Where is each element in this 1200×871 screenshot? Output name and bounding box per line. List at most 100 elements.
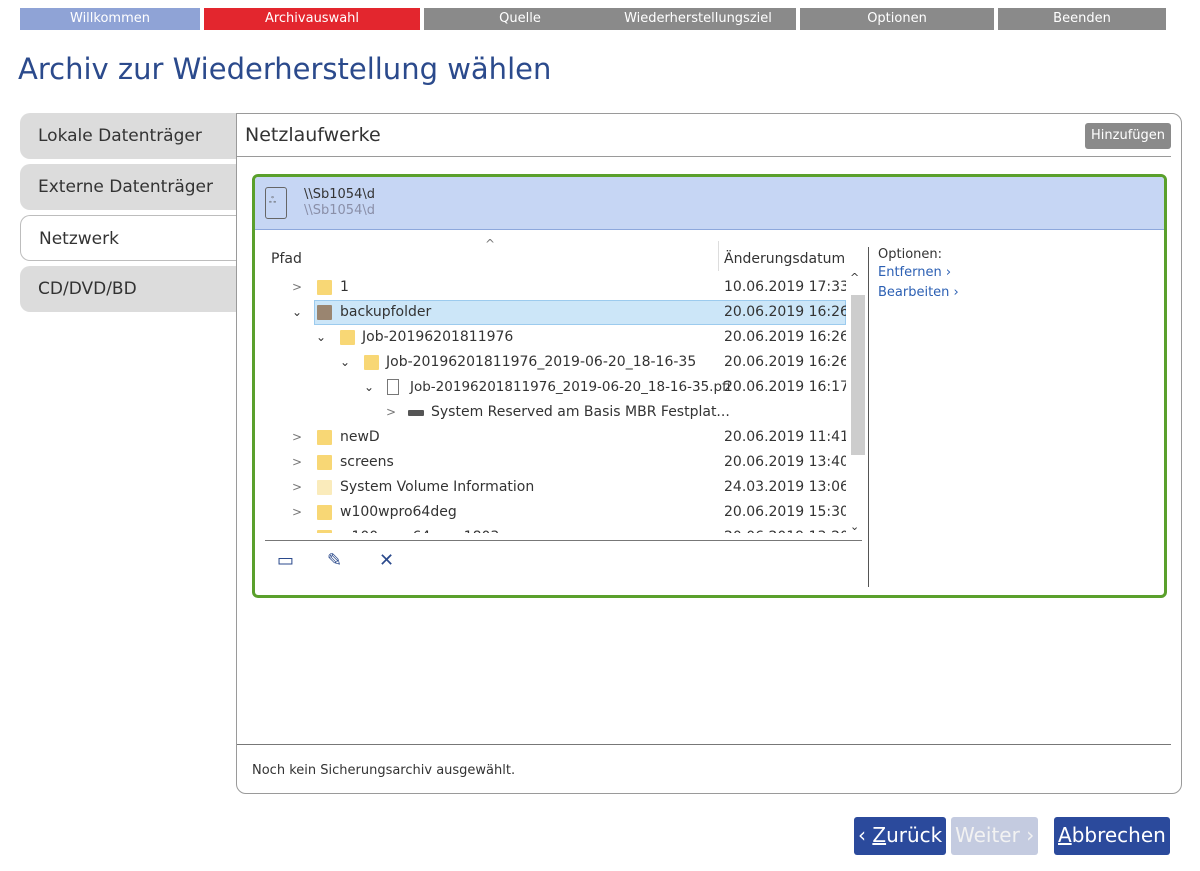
chevron-right-icon[interactable]: > xyxy=(291,425,303,450)
tree-row[interactable]: > w100wpro64eng_1803 20.06.2019 13:20 xyxy=(265,525,846,533)
chevron-right-icon[interactable]: > xyxy=(291,450,303,475)
tab-lokale-datentraeger[interactable]: Lokale Datenträger xyxy=(20,113,237,159)
column-header-date[interactable]: Änderungsdatum xyxy=(724,251,845,267)
share-subtitle: \\Sb1054\d xyxy=(304,203,375,218)
divider xyxy=(265,540,862,541)
file-tree: ^ Pfad Änderungsdatum > 1 10.06.2019 17:… xyxy=(265,237,865,541)
folder-icon xyxy=(317,530,332,533)
folder-icon xyxy=(317,480,332,495)
tree-row[interactable]: ⌄ Job-20196201811976 20.06.2019 16:26 xyxy=(265,325,846,350)
row-date: 20.06.2019 15:30 xyxy=(724,504,846,520)
tree-row[interactable]: > w100wpro64deg 20.06.2019 15:30 xyxy=(265,500,846,525)
chevron-down-icon[interactable]: ⌄ xyxy=(291,300,303,325)
new-folder-icon[interactable]: ▭ xyxy=(277,550,294,571)
chevron-down-icon[interactable]: ⌄ xyxy=(339,350,351,375)
step-wiederherstellungsziel: Wiederherstellungsziel xyxy=(600,8,796,30)
column-header-path[interactable]: Pfad xyxy=(271,251,302,267)
folder-icon xyxy=(317,505,332,520)
panel-title: Netzlaufwerke xyxy=(245,124,381,146)
folder-icon xyxy=(317,305,332,320)
row-date: 10.06.2019 17:33 xyxy=(724,279,846,295)
remove-link[interactable]: Entfernen › xyxy=(878,265,951,280)
folder-icon xyxy=(317,455,332,470)
step-archivauswahl: Archivauswahl xyxy=(204,8,420,30)
tree-row[interactable]: > System Volume Information 24.03.2019 1… xyxy=(265,475,846,500)
tree-row[interactable]: > screens 20.06.2019 13:40 xyxy=(265,450,846,475)
folder-icon xyxy=(340,330,355,345)
edit-link[interactable]: Bearbeiten › xyxy=(878,285,959,300)
row-name: screens xyxy=(340,454,394,470)
tree-row[interactable]: > System Reserved am Basis MBR Festplat.… xyxy=(265,400,846,425)
folder-icon xyxy=(317,430,332,445)
row-date: 20.06.2019 11:41 xyxy=(724,429,846,445)
row-name: Job-20196201811976_2019-06-20_18-16-35 xyxy=(386,354,697,370)
back-button[interactable]: ‹ Zurück xyxy=(854,817,947,855)
row-name: Job-20196201811976 xyxy=(362,329,514,345)
step-willkommen: Willkommen xyxy=(20,8,200,30)
row-name: System Volume Information xyxy=(340,479,535,495)
row-name: newD xyxy=(340,429,380,445)
row-name: Job-20196201811976_2019-06-20_18-16-35.p… xyxy=(410,379,731,395)
page-title: Archiv zur Wiederherstellung wählen xyxy=(18,52,552,86)
tree-row[interactable]: ⌄ backupfolder 20.06.2019 16:26 xyxy=(265,300,846,325)
tree-row[interactable]: ⌄ Job-20196201811976_2019-06-20_18-16-35… xyxy=(265,350,846,375)
step-optionen: Optionen xyxy=(800,8,994,30)
tab-externe-datentraeger[interactable]: Externe Datenträger xyxy=(20,164,237,210)
tab-cd-dvd-bd[interactable]: CD/DVD/BD xyxy=(20,266,237,312)
divider xyxy=(237,156,1171,157)
tab-netzwerk[interactable]: Netzwerk xyxy=(20,215,238,261)
sort-up-icon: ^ xyxy=(485,237,496,251)
scroll-down-icon[interactable]: ⌄ xyxy=(850,520,859,533)
add-button[interactable]: Hinzufügen xyxy=(1085,123,1171,149)
scroll-thumb[interactable] xyxy=(851,295,865,455)
cancel-accesskey: A xyxy=(1058,823,1072,847)
folder-icon xyxy=(317,280,332,295)
scroll-up-icon[interactable]: ^ xyxy=(850,271,859,284)
vertical-scrollbar[interactable]: ^ ⌄ xyxy=(850,271,865,533)
share-box: ஃ \\Sb1054\d \\Sb1054\d ^ Pfad Änderungs… xyxy=(252,174,1167,598)
column-separator[interactable] xyxy=(718,241,719,271)
row-date: 20.06.2019 13:40 xyxy=(724,454,846,470)
disk-icon xyxy=(408,410,424,416)
options-title: Optionen: xyxy=(878,247,943,262)
share-header[interactable]: ஃ \\Sb1054\d \\Sb1054\d xyxy=(255,177,1164,230)
row-date: 20.06.2019 16:26 xyxy=(724,329,846,345)
tree-row[interactable]: > 1 10.06.2019 17:33 xyxy=(265,275,846,300)
divider xyxy=(237,744,1171,745)
row-name: w100wpro64deg xyxy=(340,504,457,520)
row-date: 20.06.2019 13:20 xyxy=(724,525,846,533)
chevron-right-icon[interactable]: > xyxy=(385,400,397,425)
network-drive-icon: ஃ xyxy=(265,187,287,219)
chevron-right-icon[interactable]: > xyxy=(291,525,303,533)
back-label: urück xyxy=(886,823,943,847)
next-button[interactable]: Weiter › xyxy=(951,817,1039,855)
row-name: backupfolder xyxy=(340,304,432,320)
chevron-down-icon[interactable]: ⌄ xyxy=(315,325,327,350)
cancel-label: bbrechen xyxy=(1071,823,1166,847)
step-beenden: Beenden xyxy=(998,8,1166,30)
delete-x-icon[interactable]: ✕ xyxy=(379,550,394,571)
chevron-right-icon[interactable]: > xyxy=(291,475,303,500)
row-name: 1 xyxy=(340,279,349,295)
share-name: \\Sb1054\d xyxy=(304,187,375,202)
chevron-right-icon[interactable]: > xyxy=(291,275,303,300)
tree-row[interactable]: > newD 20.06.2019 11:41 xyxy=(265,425,846,450)
status-text: Noch kein Sicherungsarchiv ausgewählt. xyxy=(252,763,516,778)
step-quelle: Quelle xyxy=(424,8,616,30)
row-date: 24.03.2019 13:06 xyxy=(724,479,846,495)
chevron-right-icon[interactable]: > xyxy=(291,500,303,525)
cancel-button[interactable]: Abbrechen xyxy=(1054,817,1170,855)
row-date: 20.06.2019 16:17 xyxy=(724,379,846,395)
file-icon xyxy=(387,379,399,395)
back-accesskey: Z xyxy=(872,823,887,847)
options-separator xyxy=(868,247,869,587)
row-date: 20.06.2019 16:26 xyxy=(724,304,846,320)
tree-row[interactable]: ⌄ Job-20196201811976_2019-06-20_18-16-35… xyxy=(265,375,846,400)
rename-pencil-icon[interactable]: ✎ xyxy=(327,550,342,571)
row-name: w100wpro64eng_1803 xyxy=(340,525,499,533)
row-date: 20.06.2019 16:26 xyxy=(724,354,846,370)
back-prefix: ‹ xyxy=(858,823,873,847)
folder-icon xyxy=(364,355,379,370)
row-name: System Reserved am Basis MBR Festplat... xyxy=(431,404,730,420)
chevron-down-icon[interactable]: ⌄ xyxy=(363,375,375,400)
